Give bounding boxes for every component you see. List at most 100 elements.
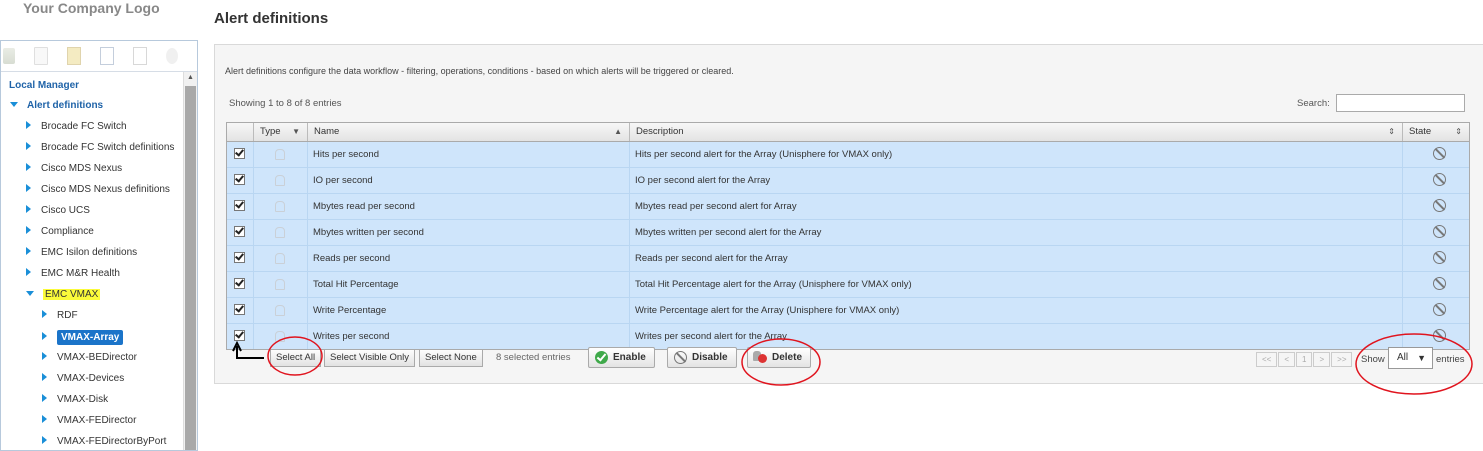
delete-button[interactable]: Delete [747, 347, 812, 368]
collapsed-arrow-icon[interactable] [26, 142, 31, 151]
alert-bell-icon [275, 149, 285, 160]
table-row[interactable]: Hits per second Hits per second alert fo… [227, 142, 1469, 168]
tree-item-vmax-array[interactable]: VMAX-Array [42, 328, 124, 348]
header-name[interactable]: Name ▲ [308, 123, 630, 141]
tree-item[interactable]: VMAX-Devices [42, 369, 124, 389]
select-all-button[interactable]: Select All [270, 349, 322, 367]
header-description[interactable]: Description ⇕ [630, 123, 1403, 141]
table-row[interactable]: Mbytes read per second Mbytes read per s… [227, 194, 1469, 220]
search-label: Search: [1297, 98, 1330, 109]
table-row[interactable]: Total Hit Percentage Total Hit Percentag… [227, 272, 1469, 298]
first-page-button[interactable]: << [1256, 352, 1278, 367]
edit-icon[interactable] [100, 47, 114, 65]
row-checkbox[interactable] [234, 226, 245, 237]
export-icon[interactable] [133, 47, 147, 65]
alert-bell-icon [275, 201, 285, 212]
row-checkbox[interactable] [234, 330, 245, 341]
tree-scrollbar[interactable]: ▲ [183, 72, 197, 450]
header-type[interactable]: Type ▼ [254, 123, 308, 141]
table-row[interactable]: IO per second IO per second alert for th… [227, 168, 1469, 194]
tree-item[interactable]: VMAX-Disk [42, 390, 108, 410]
collapsed-arrow-icon[interactable] [26, 163, 31, 172]
search-input[interactable] [1336, 94, 1465, 112]
tree-item[interactable]: Brocade FC Switch [26, 117, 127, 137]
tree-root-local-manager[interactable]: Local Manager [9, 76, 79, 96]
table-row[interactable]: Write Percentage Write Percentage alert … [227, 298, 1469, 324]
row-checkbox[interactable] [234, 148, 245, 159]
row-checkbox[interactable] [234, 252, 245, 263]
next-page-button[interactable]: > [1313, 352, 1331, 367]
navigation-tree-panel: Local Manager Alert definitions Brocade … [0, 40, 198, 451]
tree-item[interactable]: Cisco MDS Nexus definitions [26, 180, 170, 200]
page-title: Alert definitions [214, 10, 329, 27]
collapsed-arrow-icon[interactable] [26, 226, 31, 235]
expanded-arrow-icon[interactable] [10, 101, 18, 107]
collapsed-arrow-icon[interactable] [42, 332, 47, 341]
row-name: Mbytes read per second [308, 194, 630, 219]
page-1-button[interactable]: 1 [1296, 352, 1313, 367]
collapsed-arrow-icon[interactable] [26, 205, 31, 214]
tree-item[interactable]: Cisco MDS Nexus [26, 159, 122, 179]
table-row[interactable]: Writes per second Writes per second aler… [227, 324, 1469, 349]
tree-item[interactable]: Brocade FC Switch definitions [26, 138, 174, 158]
add-node-icon[interactable] [3, 48, 15, 64]
row-description: Mbytes read per second alert for Array [630, 194, 1403, 219]
disabled-state-icon [1433, 277, 1446, 290]
scroll-thumb[interactable] [185, 86, 196, 450]
row-checkbox[interactable] [234, 304, 245, 315]
prev-page-button[interactable]: < [1278, 352, 1296, 367]
table-header: Type ▼ Name ▲ Description ⇕ State ⇕ [227, 123, 1469, 142]
sort-desc-icon: ▼ [292, 127, 300, 136]
row-description: Write Percentage alert for the Array (Un… [630, 298, 1403, 323]
row-name: IO per second [308, 168, 630, 193]
select-visible-button[interactable]: Select Visible Only [324, 349, 416, 367]
row-name: Write Percentage [308, 298, 630, 323]
tree-item[interactable]: VMAX-FEDirector [42, 411, 136, 431]
tree-item[interactable]: EMC M&R Health [26, 264, 120, 284]
collapsed-arrow-icon[interactable] [42, 394, 47, 403]
disable-icon [674, 351, 687, 364]
tree-item[interactable]: VMAX-FEDirectorByPort [42, 432, 166, 450]
tree-item-alert-definitions[interactable]: Alert definitions [10, 96, 103, 116]
tree-toolbar [1, 41, 197, 72]
show-label: Show [1361, 354, 1385, 365]
alert-bell-icon [275, 305, 285, 316]
collapsed-arrow-icon[interactable] [42, 352, 47, 361]
row-description: Total Hit Percentage alert for the Array… [630, 272, 1403, 297]
page-size-select[interactable]: All ▼ [1388, 347, 1433, 369]
paste-icon[interactable] [67, 47, 81, 65]
disabled-state-icon [1433, 147, 1446, 160]
table-row[interactable]: Mbytes written per second Mbytes written… [227, 220, 1469, 246]
tree-item[interactable]: RDF [42, 306, 78, 326]
tree-item[interactable]: Cisco UCS [26, 201, 90, 221]
collapsed-arrow-icon[interactable] [26, 247, 31, 256]
row-checkbox[interactable] [234, 278, 245, 289]
tree-item[interactable]: EMC Isilon definitions [26, 243, 137, 263]
collapsed-arrow-icon[interactable] [42, 373, 47, 382]
header-state[interactable]: State ⇕ [1403, 123, 1469, 141]
collapsed-arrow-icon[interactable] [26, 184, 31, 193]
collapsed-arrow-icon[interactable] [26, 268, 31, 277]
row-checkbox[interactable] [234, 200, 245, 211]
tree-item-emc-vmax[interactable]: EMC VMAX [26, 285, 101, 305]
entries-info: Showing 1 to 8 of 8 entries [229, 98, 342, 109]
description-text: Alert definitions configure the data wor… [225, 66, 734, 76]
alert-definitions-table: Type ▼ Name ▲ Description ⇕ State ⇕ Hits per… [226, 122, 1470, 350]
tree-item[interactable]: VMAX-BEDirector [42, 348, 137, 368]
select-none-button[interactable]: Select None [419, 349, 483, 367]
delete-node-icon[interactable] [166, 48, 178, 64]
last-page-button[interactable]: >> [1331, 352, 1353, 367]
disable-button[interactable]: Disable [667, 347, 737, 368]
table-row[interactable]: Reads per second Reads per second alert … [227, 246, 1469, 272]
scroll-up-icon[interactable]: ▲ [184, 72, 197, 84]
disabled-state-icon [1433, 303, 1446, 316]
enable-button[interactable]: Enable [588, 347, 655, 368]
expanded-arrow-icon[interactable] [26, 290, 34, 296]
collapsed-arrow-icon[interactable] [42, 436, 47, 445]
collapsed-arrow-icon[interactable] [42, 415, 47, 424]
collapsed-arrow-icon[interactable] [26, 121, 31, 130]
tree-item[interactable]: Compliance [26, 222, 94, 242]
row-checkbox[interactable] [234, 174, 245, 185]
collapsed-arrow-icon[interactable] [42, 310, 47, 319]
copy-icon[interactable] [34, 47, 48, 65]
